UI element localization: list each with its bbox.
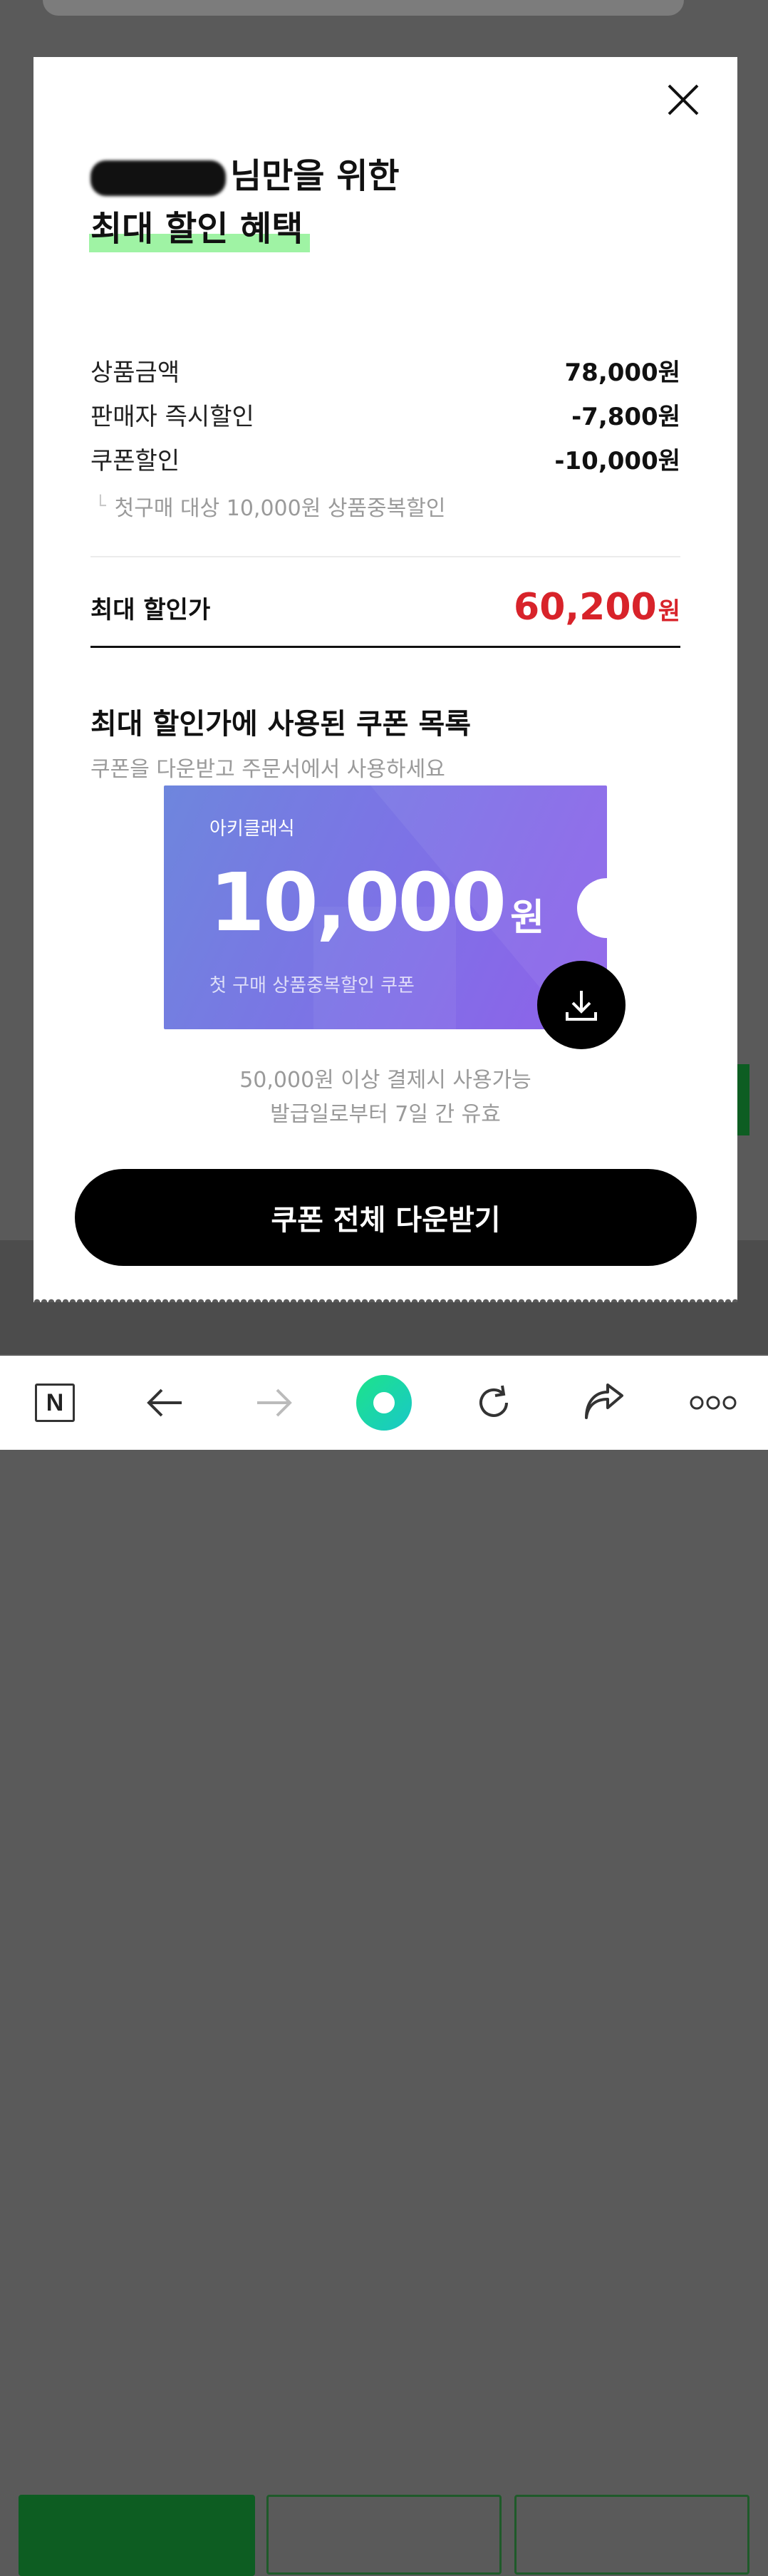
refresh-icon [479, 1385, 508, 1417]
background-button-2 [266, 2495, 502, 2575]
forward-button[interactable] [239, 1367, 310, 1438]
download-all-coupons-button[interactable]: 쿠폰 전체 다운받기 [75, 1169, 697, 1266]
row-value: 78,000원 [564, 358, 680, 387]
more-icon [690, 1396, 737, 1410]
background-page-edge [43, 0, 684, 16]
forward-arrow-icon [257, 1389, 292, 1417]
green-dot-button[interactable] [348, 1367, 420, 1438]
background-green-element [737, 1064, 749, 1135]
download-icon [566, 991, 597, 1021]
row-value: -10,000원 [554, 446, 680, 475]
row-label: 상품금액 [90, 358, 180, 387]
divider [90, 556, 680, 557]
redacted-username [90, 160, 226, 196]
price-row-coupon-discount: 쿠폰할인 -10,000원 [90, 436, 680, 480]
green-circle-icon [356, 1375, 412, 1431]
close-button[interactable] [665, 81, 702, 118]
coupon-brand: 아키클래식 [209, 818, 295, 840]
corner-icon: └ [95, 495, 106, 517]
total-amount: 60,200 [514, 586, 657, 629]
title-line-2: 최대 할인 혜택 [88, 202, 311, 255]
price-row-seller-discount: 판매자 즉시할인 -7,800원 [90, 392, 680, 436]
coupon-amount: 10,000 원 [209, 857, 544, 964]
row-value: -7,800원 [571, 402, 680, 431]
coupon-section-subtitle: 쿠폰을 다운받고 주문서에서 사용하세요 [90, 757, 445, 782]
back-button[interactable] [129, 1367, 200, 1438]
refresh-button[interactable] [458, 1367, 529, 1438]
total-unit: 원 [658, 597, 680, 626]
coupon-note: └ 첫구매 대상 10,000원 상품중복할인 [90, 483, 680, 529]
home-button[interactable]: N [19, 1367, 90, 1438]
more-button[interactable] [678, 1367, 749, 1438]
total-price: 60,200원 [514, 586, 680, 629]
price-breakdown: 상품금액 78,000원 판매자 즉시할인 -7,800원 쿠폰할인 -10,0… [90, 348, 680, 529]
divider-thick [90, 646, 680, 648]
coupon-section-title: 최대 할인가에 사용된 쿠폰 목록 [90, 708, 472, 741]
total-label: 최대 할인가 [90, 595, 211, 624]
share-icon [585, 1384, 623, 1419]
background-buy-button [19, 2495, 255, 2576]
back-arrow-icon [147, 1389, 182, 1417]
discount-benefit-modal: 님만을 위한 최대 할인 혜택 상품금액 78,000원 판매자 즉시할인 -7… [33, 57, 737, 1302]
modal-title: 님만을 위한 최대 할인 혜택 [88, 150, 400, 255]
share-button[interactable] [568, 1367, 639, 1438]
total-price-row: 최대 할인가 60,200원 [90, 572, 680, 643]
row-label: 쿠폰할인 [90, 446, 180, 475]
close-icon [668, 84, 699, 115]
coupon-description: 첫 구매 상품중복할인 쿠폰 [209, 975, 415, 996]
coupon-amount-value: 10,000 [209, 857, 507, 949]
row-label: 판매자 즉시할인 [90, 402, 254, 431]
coupon-amount-unit: 원 [510, 897, 545, 939]
coupon-condition-validity: 발급일로부터 7일 간 유효 [270, 1102, 501, 1127]
coupon-note-text: 첫구매 대상 10,000원 상품중복할인 [114, 496, 446, 521]
coupon-condition-min: 50,000원 이상 결제시 사용가능 [239, 1068, 531, 1093]
title-line-1: 님만을 위한 [230, 156, 400, 196]
browser-toolbar: N [0, 1356, 768, 1450]
coupon-download-button[interactable] [537, 961, 626, 1049]
background-button-3 [514, 2495, 749, 2575]
naver-logo-icon: N [35, 1384, 75, 1422]
price-row-product: 상품금액 78,000원 [90, 348, 680, 392]
